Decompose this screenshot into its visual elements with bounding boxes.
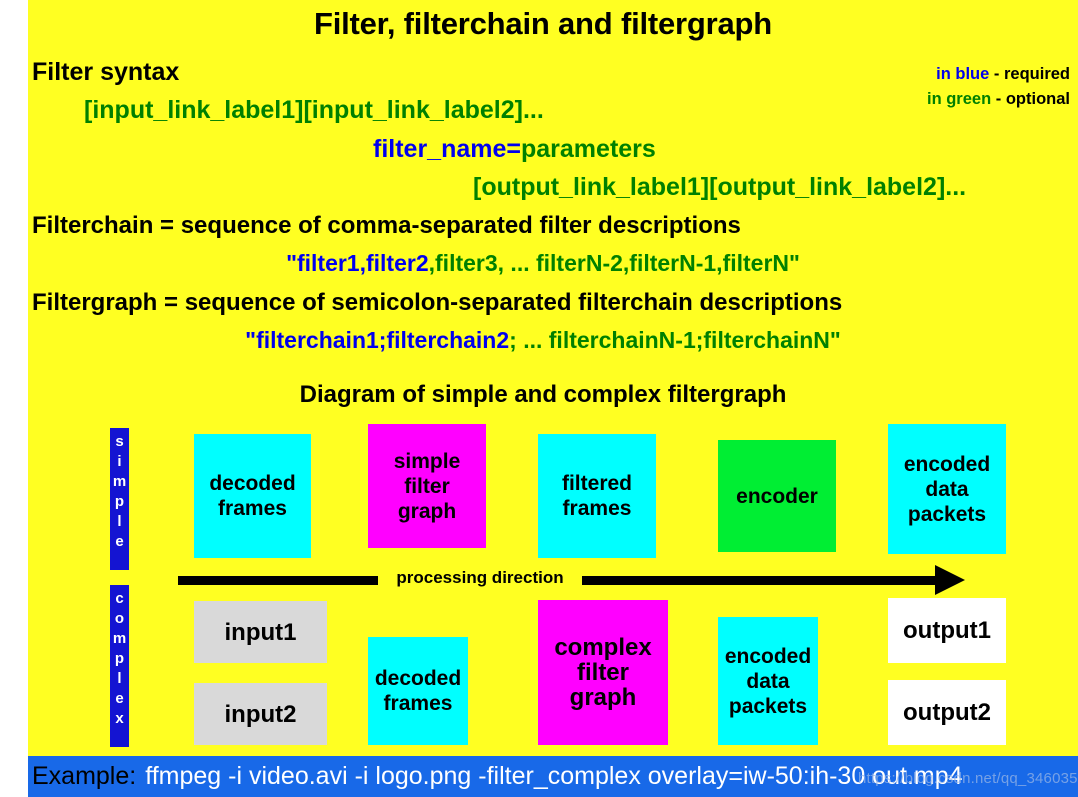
legend-blue-word: in blue	[936, 65, 990, 83]
arrow-head-icon	[935, 565, 965, 595]
legend-blue-rest: - required	[989, 65, 1070, 83]
syntax-input-links: [input_link_label1][input_link_label2]..…	[84, 96, 544, 124]
syntax-filter-name-line: filter_name=parameters	[373, 135, 656, 164]
filtergraph-sample-green: ; ... filterchainN-1;filterchainN"	[509, 327, 841, 353]
slide-canvas: Filter, filterchain and filtergraph in b…	[28, 0, 1078, 797]
box-input2: input2	[194, 683, 327, 745]
box-simple-filter-graph: simple filter graph	[368, 424, 486, 548]
filterchain-definition: Filterchain = sequence of comma-separate…	[32, 212, 741, 239]
example-label: Example:	[32, 762, 137, 790]
color-legend: in blue - required in green - optional	[927, 62, 1070, 112]
box-encoded-data-packets-complex: encoded data packets	[718, 617, 818, 745]
box-encoded-data-packets-simple: encoded data packets	[888, 424, 1006, 554]
filter-syntax-heading: Filter syntax	[32, 58, 180, 86]
box-decoded-frames-simple: decoded frames	[194, 434, 311, 558]
diagram-title: Diagram of simple and complex filtergrap…	[299, 381, 787, 408]
arrow-line-right	[582, 576, 942, 585]
box-decoded-frames-complex: decoded frames	[368, 637, 468, 745]
box-output2: output2	[888, 680, 1006, 745]
box-filtered-frames: filtered frames	[538, 434, 656, 558]
filterchain-sample: "filter1,filter2,filter3, ... filterN-2,…	[28, 250, 1058, 277]
filtergraph-sample-blue: "filterchain1;filterchain2	[245, 327, 510, 353]
syntax-filter-name: filter_name	[373, 135, 507, 163]
filtergraph-definition: Filtergraph = sequence of semicolon-sepa…	[32, 289, 843, 316]
legend-green-word: in green	[926, 90, 992, 108]
sidebar-label-simple: simple	[110, 428, 129, 570]
box-input1: input1	[194, 601, 327, 663]
syntax-equals: =	[506, 135, 521, 163]
sidebar-label-complex: complex	[110, 585, 129, 747]
arrow-line-left	[178, 576, 378, 585]
filterchain-sample-blue: "filter1,filter2	[286, 250, 429, 276]
box-complex-filter-graph: complex filter graph	[538, 600, 668, 745]
filterchain-sample-green: ,filter3, ... filterN-2,filterN-1,filter…	[428, 250, 800, 276]
legend-row-optional: in green - optional	[927, 87, 1070, 112]
box-output1: output1	[888, 598, 1006, 663]
syntax-parameters: parameters	[521, 135, 656, 163]
page-title: Filter, filterchain and filtergraph	[313, 6, 773, 41]
arrow-label: processing direction	[396, 568, 564, 587]
filtergraph-sample: "filterchain1;filterchain2; ... filterch…	[28, 327, 1058, 354]
legend-row-required: in blue - required	[927, 62, 1070, 87]
box-encoder: encoder	[718, 440, 836, 552]
syntax-output-links: [output_link_label1][output_link_label2]…	[473, 173, 967, 201]
example-command: ffmpeg -i video.avi -i logo.png -filter_…	[145, 762, 963, 790]
watermark: https://blog.csdn.net/qq_34603516	[858, 770, 1078, 787]
processing-direction-arrow: processing direction	[178, 562, 968, 596]
legend-green-rest: - optional	[991, 90, 1070, 108]
